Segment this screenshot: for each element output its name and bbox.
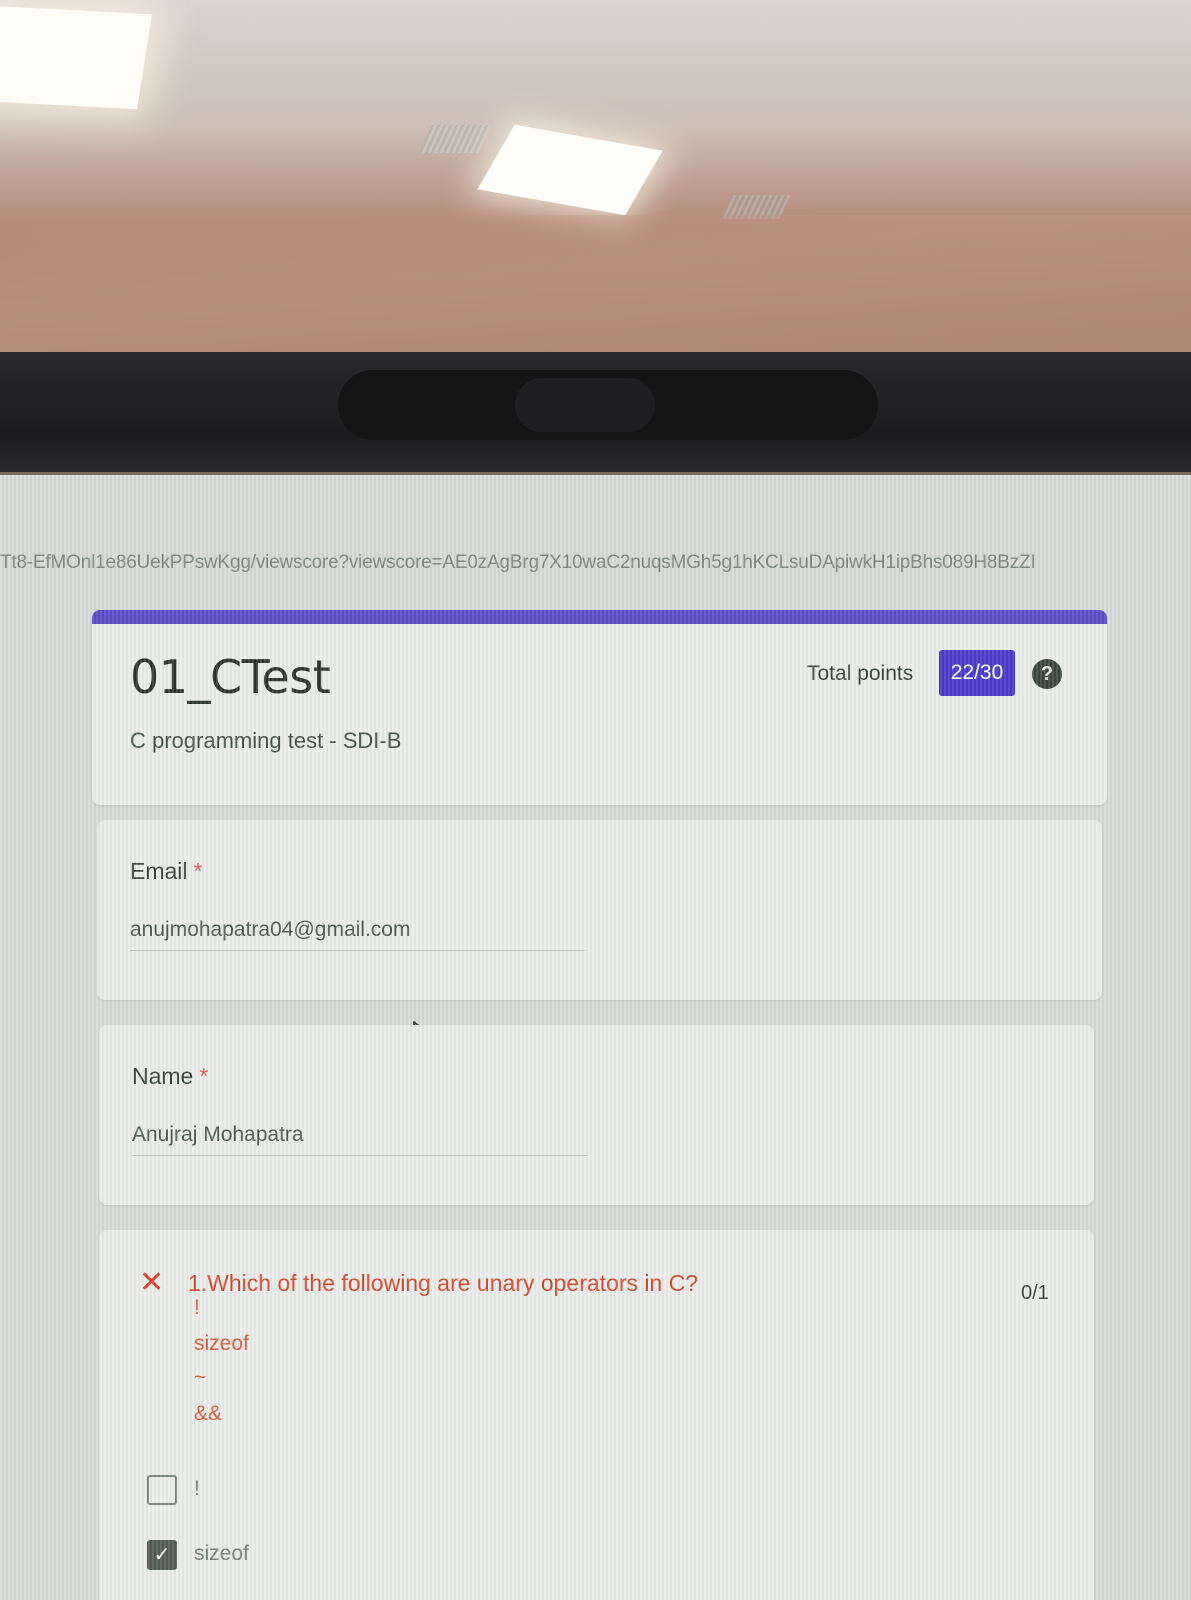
ceiling-vent <box>418 125 492 153</box>
close-icon: ✕ <box>139 1266 165 1299</box>
required-asterisk: * <box>199 1063 209 1089</box>
name-field-card: Name * Anujraj Mohapatra <box>99 1025 1094 1205</box>
email-field-card: Email * anujmohapatra04@gmail.com <box>97 820 1102 1000</box>
form-header-card: 01_CTest C programming test - SDI-B Tota… <box>92 610 1107 805</box>
name-label: Name * <box>132 1063 208 1090</box>
wall <box>0 215 1191 360</box>
checkbox-checked[interactable]: ✓ <box>147 1540 177 1570</box>
name-label-text: Name <box>132 1063 194 1089</box>
question-title: 1.Which of the following are unary opera… <box>188 1270 699 1296</box>
form-description: C programming test - SDI-B <box>130 728 402 753</box>
question-score: 0/1 <box>1021 1282 1049 1304</box>
ceiling-light <box>477 124 663 216</box>
ceiling-light <box>0 5 152 110</box>
question-option-text: ~ <box>194 1366 207 1389</box>
header-accent-bar <box>92 610 1107 624</box>
help-circle-icon[interactable]: ? <box>1032 659 1062 689</box>
laptop-screen: Tt8-EfMOnl1e86UekPPswKgg/viewscore?views… <box>0 475 1191 1600</box>
address-bar[interactable]: Tt8-EfMOnl1e86UekPPswKgg/viewscore?views… <box>0 545 1191 581</box>
choice-label: ! <box>194 1477 200 1500</box>
choice-label: sizeof <box>194 1542 249 1565</box>
required-asterisk: * <box>193 858 203 884</box>
email-field: anujmohapatra04@gmail.com <box>130 918 585 951</box>
name-field: Anujraj Mohapatra <box>132 1123 587 1156</box>
checkbox[interactable] <box>147 1475 177 1505</box>
webcam-lens <box>515 378 655 432</box>
email-label-text: Email <box>130 858 188 884</box>
email-label: Email * <box>130 858 202 885</box>
question-option-text: && <box>194 1402 223 1425</box>
question-card: ✕ 1.Which of the following are unary ope… <box>99 1230 1094 1600</box>
total-points-label: Total points <box>807 662 914 685</box>
form-title: 01_CTest <box>130 650 331 704</box>
total-points-badge: 22/30 <box>939 650 1015 696</box>
question-option-text: sizeof <box>194 1332 249 1355</box>
room-background <box>0 0 1191 360</box>
question-option-text: ! <box>194 1296 200 1319</box>
